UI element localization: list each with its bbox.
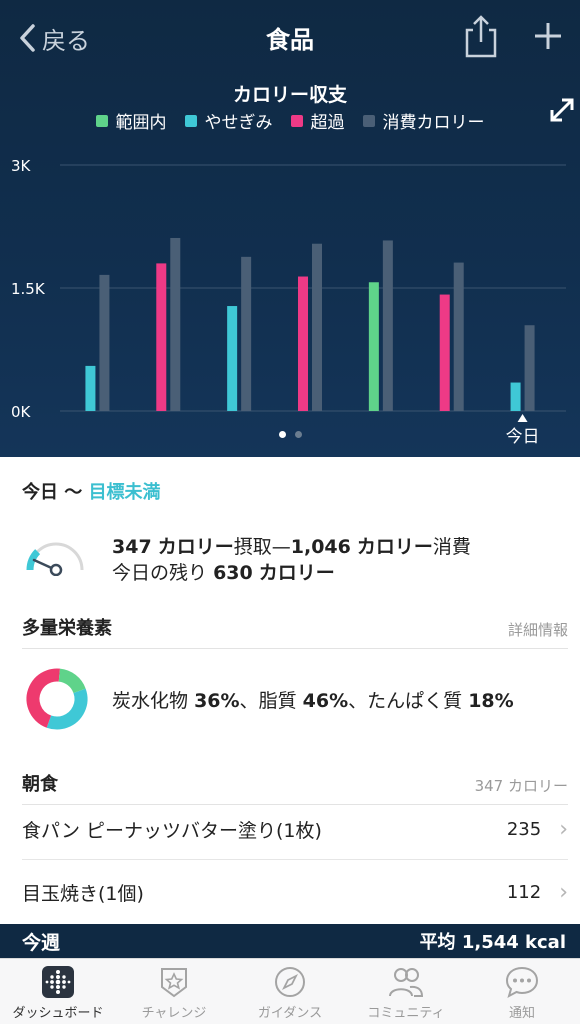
legend-item-burned: 消費カロリー [362,108,485,133]
status-label: 目標未満 [88,482,161,503]
protein-label: たんぱく質 [367,690,463,712]
intake-bar [510,382,521,411]
tab-challenge[interactable]: チャレンジ [116,959,232,1024]
tab-bar: ダッシュボード チャレンジ ガイダンス コミュニティ 通知 [0,958,580,1024]
y-tick-label: 3K [11,157,32,175]
legend-item-under: やせぎみ [184,108,273,133]
intake-bar [368,282,379,411]
chevron-right-icon: › [559,817,568,842]
people-icon [389,968,424,997]
burned-bar [453,262,464,411]
remaining-line: 今日の残り 630 カロリー [112,558,335,585]
macros-title: 多量栄養素 [22,618,112,639]
burned-bar [524,325,535,411]
dash: — [271,536,291,558]
legend-swatch [184,114,197,127]
tab-notifications[interactable]: 通知 [464,959,580,1024]
day-status-heading: 今日 〜 目標未満 [22,478,161,504]
y-tick-label: 0K [11,403,32,421]
tab-label: 通知 [508,1006,535,1021]
intake-bar [439,294,450,411]
week-summary-bar[interactable]: 今週 平均 1,544 kcal [0,924,580,958]
breakfast-total: 347 カロリー [474,777,568,795]
carbs-value: 36% [194,690,240,712]
burned-bar [382,240,393,411]
separator: 〜 [64,482,83,503]
tab-guidance[interactable]: ガイダンス [232,959,348,1024]
food-item-name: 目玉焼き(1個) [22,882,144,905]
intake-burn-line: 347 カロリー摂取—1,046 カロリー消費 [112,532,471,559]
carbs-label: 炭水化物 [112,690,189,712]
burn-value: 1,046 [290,536,351,558]
compass-icon [275,967,305,997]
macro-separator: 、 [239,690,259,712]
week-average: 平均 1,544 kcal [419,932,566,953]
macros-summary: 炭水化物 36%、脂質 46%、たんぱく質 18% [112,686,514,713]
legend-label: 消費カロリー [382,113,485,133]
share-icon[interactable] [462,14,500,58]
calorie-bar-chart[interactable]: 3K1.5K0K今日 [0,150,580,450]
intake-bar [85,365,96,411]
intake-unit: カロリー [157,536,234,558]
page-dot-active[interactable] [278,431,286,438]
legend-swatch [362,114,375,127]
chart-legend: 範囲内 やせぎみ 超過 消費カロリー [0,108,580,133]
burned-bar [241,256,252,411]
legend-label: 範囲内 [115,113,167,133]
chevron-right-icon: › [559,879,568,905]
macros-header: 多量栄養素 詳細情報 [22,614,568,649]
food-item-calories: 235 [506,819,542,840]
intake-label: 摂取 [233,536,272,558]
breakfast-title: 朝食 [22,774,58,795]
fat-label: 脂質 [258,690,297,712]
calorie-balance-panel: 戻る 食品 カロリー収支 範囲内 やせぎみ 超過 消費カロリー 3K 1.5K … [0,0,580,457]
calorie-gauge-icon [26,542,84,576]
chart-title: カロリー収支 [232,84,347,106]
fat-value: 46% [302,690,349,712]
week-label: 今週 [22,931,61,954]
dashboard-icon [42,966,74,998]
legend-item-over: 超過 [290,108,345,133]
day-label: 今日 [22,482,58,503]
plus-icon[interactable] [530,18,566,54]
food-item-row[interactable]: 食パン ピーナッツバター塗り(1枚) 235 › [22,800,568,860]
intake-bar [156,263,167,411]
burned-bar [170,237,181,411]
tab-label: ガイダンス [257,1006,323,1021]
today-marker-icon [517,414,528,422]
food-item-calories: 112 [506,881,542,903]
burned-bar [99,274,110,411]
page-dot[interactable] [294,431,302,438]
tab-label: チャレンジ [141,1006,207,1021]
macros-donut-chart [26,668,88,730]
burn-label: 消費 [432,536,471,558]
intake-bar [298,276,308,411]
star-badge-icon [161,968,187,998]
remaining-unit: カロリー [258,562,335,584]
legend-swatch [95,114,108,127]
chat-bubble-icon [505,966,539,998]
burned-bar [312,243,322,411]
page-indicator[interactable] [0,431,580,438]
burn-unit: カロリー [356,536,433,558]
tab-community[interactable]: コミュニティ [348,959,464,1024]
tab-label: ダッシュボード [12,1006,104,1021]
y-tick-label: 1.5K [11,280,46,298]
legend-item-in-range: 範囲内 [95,108,167,133]
food-item-name: 食パン ピーナッツバター塗り(1枚) [22,820,322,842]
remaining-value: 630 [213,562,253,584]
protein-value: 18% [468,690,514,712]
tab-dashboard[interactable]: ダッシュボード [0,959,116,1024]
intake-value: 347 [112,536,152,558]
remaining-label: 今日の残り [112,562,208,584]
macro-separator: 、 [348,690,368,712]
tab-label: コミュニティ [367,1006,445,1021]
food-item-row[interactable]: 目玉焼き(1個) 112 › [22,862,568,922]
legend-label: 超過 [310,113,345,133]
expand-icon[interactable] [548,96,576,124]
legend-label: やせぎみ [204,113,273,133]
legend-swatch [290,114,303,127]
intake-bar [227,306,238,411]
macros-detail-link[interactable]: 詳細情報 [508,619,568,640]
